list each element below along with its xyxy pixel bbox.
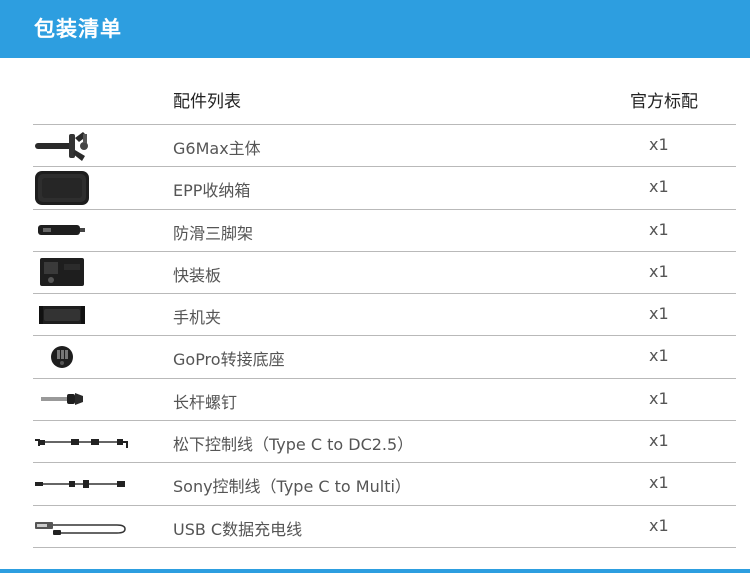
table-row: 防滑三脚架 x1 (33, 210, 736, 252)
item-qty: x1 (649, 304, 669, 324)
item-name: GoPro转接底座 (173, 350, 285, 370)
table-row: GoPro转接底座 x1 (33, 336, 736, 379)
gimbal-icon (33, 125, 91, 166)
item-qty: x1 (649, 473, 669, 493)
tripod-icon (33, 210, 91, 251)
item-name: Sony控制线（Type C to Multi） (173, 477, 411, 497)
item-qty: x1 (649, 346, 669, 366)
screw-icon (33, 379, 91, 420)
item-name: EPP收纳箱 (173, 181, 251, 201)
table-row: G6Max主体 x1 (33, 125, 736, 168)
item-qty: x1 (649, 388, 669, 408)
item-name: 松下控制线（Type C to DC2.5） (173, 435, 414, 455)
usb-c-cable-icon (33, 506, 126, 547)
item-qty: x1 (649, 431, 669, 451)
item-qty: x1 (649, 515, 669, 535)
item-name: 快装板 (173, 265, 222, 285)
table-header: 配件列表 官方标配 (33, 79, 736, 125)
column-header-qty: 官方标配 (630, 92, 698, 112)
item-name: 防滑三脚架 (173, 223, 254, 243)
quick-release-plate-icon (33, 252, 91, 293)
item-name: 长杆螺钉 (173, 392, 238, 412)
packing-list-table: 配件列表 官方标配 G6Max主体 x1 EPP收纳箱 x1 防滑三脚架 x1 … (33, 79, 736, 548)
item-qty: x1 (649, 261, 669, 281)
table-row: 松下控制线（Type C to DC2.5） x1 (33, 421, 736, 464)
sony-cable-icon (33, 463, 125, 504)
page-title: 包装清单 (34, 17, 122, 41)
panasonic-cable-icon (33, 421, 128, 462)
item-name: G6Max主体 (173, 139, 261, 158)
table-row: EPP收纳箱 x1 (33, 167, 736, 210)
table-row: Sony控制线（Type C to Multi） x1 (33, 463, 736, 506)
case-icon (33, 167, 91, 208)
header-bar: 包装清单 (0, 0, 750, 58)
item-name: USB C数据充电线 (173, 519, 303, 539)
item-qty: x1 (649, 219, 669, 239)
footer-bar (0, 569, 750, 573)
table-row: USB C数据充电线 x1 (33, 506, 736, 548)
item-name: 手机夹 (173, 308, 222, 328)
item-qty: x1 (649, 135, 669, 154)
table-row: 手机夹 x1 (33, 294, 736, 337)
gopro-mount-icon (33, 336, 91, 377)
table-row: 长杆螺钉 x1 (33, 379, 736, 422)
item-qty: x1 (649, 177, 669, 197)
column-header-name: 配件列表 (173, 92, 241, 112)
table-row: 快装板 x1 (33, 252, 736, 295)
phone-clamp-icon (33, 294, 91, 335)
